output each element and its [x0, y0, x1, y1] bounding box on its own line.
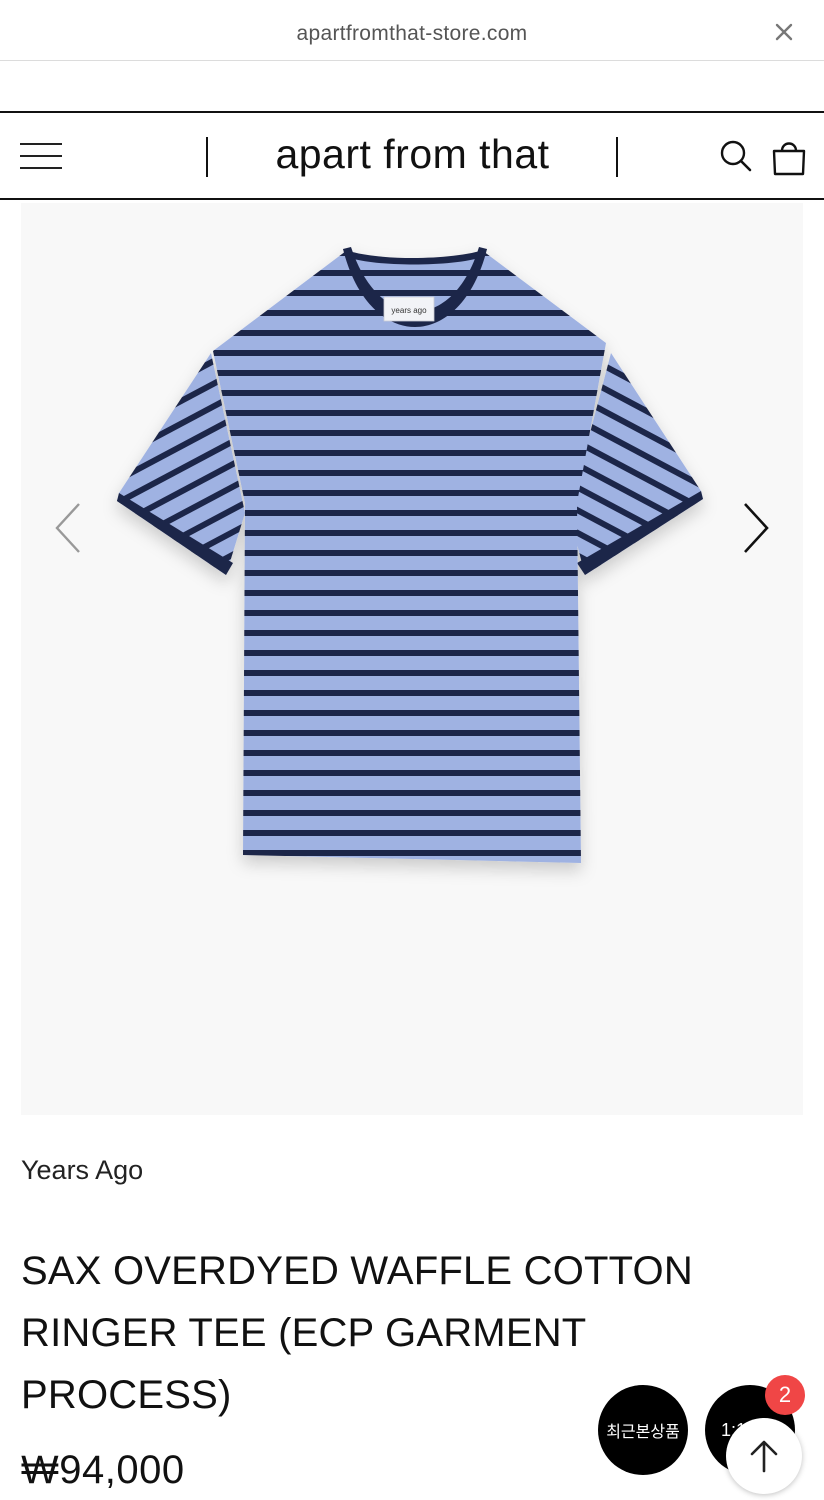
product-title-line: RINGER TEE (ECP GARMENT [21, 1311, 587, 1355]
scroll-to-top-button[interactable] [726, 1418, 802, 1494]
shopping-bag-icon[interactable] [770, 137, 808, 177]
hamburger-menu-icon[interactable] [20, 141, 62, 171]
product-title-line: SAX OVERDYED WAFFLE COTTON [21, 1249, 693, 1293]
header-divider-right [616, 137, 618, 177]
garment-tag-text: years ago [391, 306, 427, 315]
arrow-up-icon [750, 1440, 778, 1473]
chevron-left-icon[interactable] [47, 500, 87, 556]
search-icon[interactable] [717, 137, 755, 177]
chevron-right-icon[interactable] [737, 500, 777, 556]
notification-badge: 2 [765, 1375, 805, 1415]
url-text[interactable]: apartfromthat-store.com [0, 22, 824, 46]
product-image-gallery[interactable]: years ago [21, 203, 803, 1115]
recently-viewed-button[interactable]: 최근본상품 [598, 1385, 688, 1475]
close-icon[interactable] [772, 20, 796, 44]
site-header: apart from that [0, 111, 824, 200]
striped-tshirt-image: years ago [117, 247, 703, 863]
header-divider-left [206, 137, 208, 177]
product-price: ₩94,000 [21, 1448, 185, 1492]
product-brand[interactable]: Years Ago [21, 1155, 143, 1186]
site-logo[interactable]: apart from that [210, 131, 615, 178]
browser-url-bar: apartfromthat-store.com [0, 0, 824, 61]
